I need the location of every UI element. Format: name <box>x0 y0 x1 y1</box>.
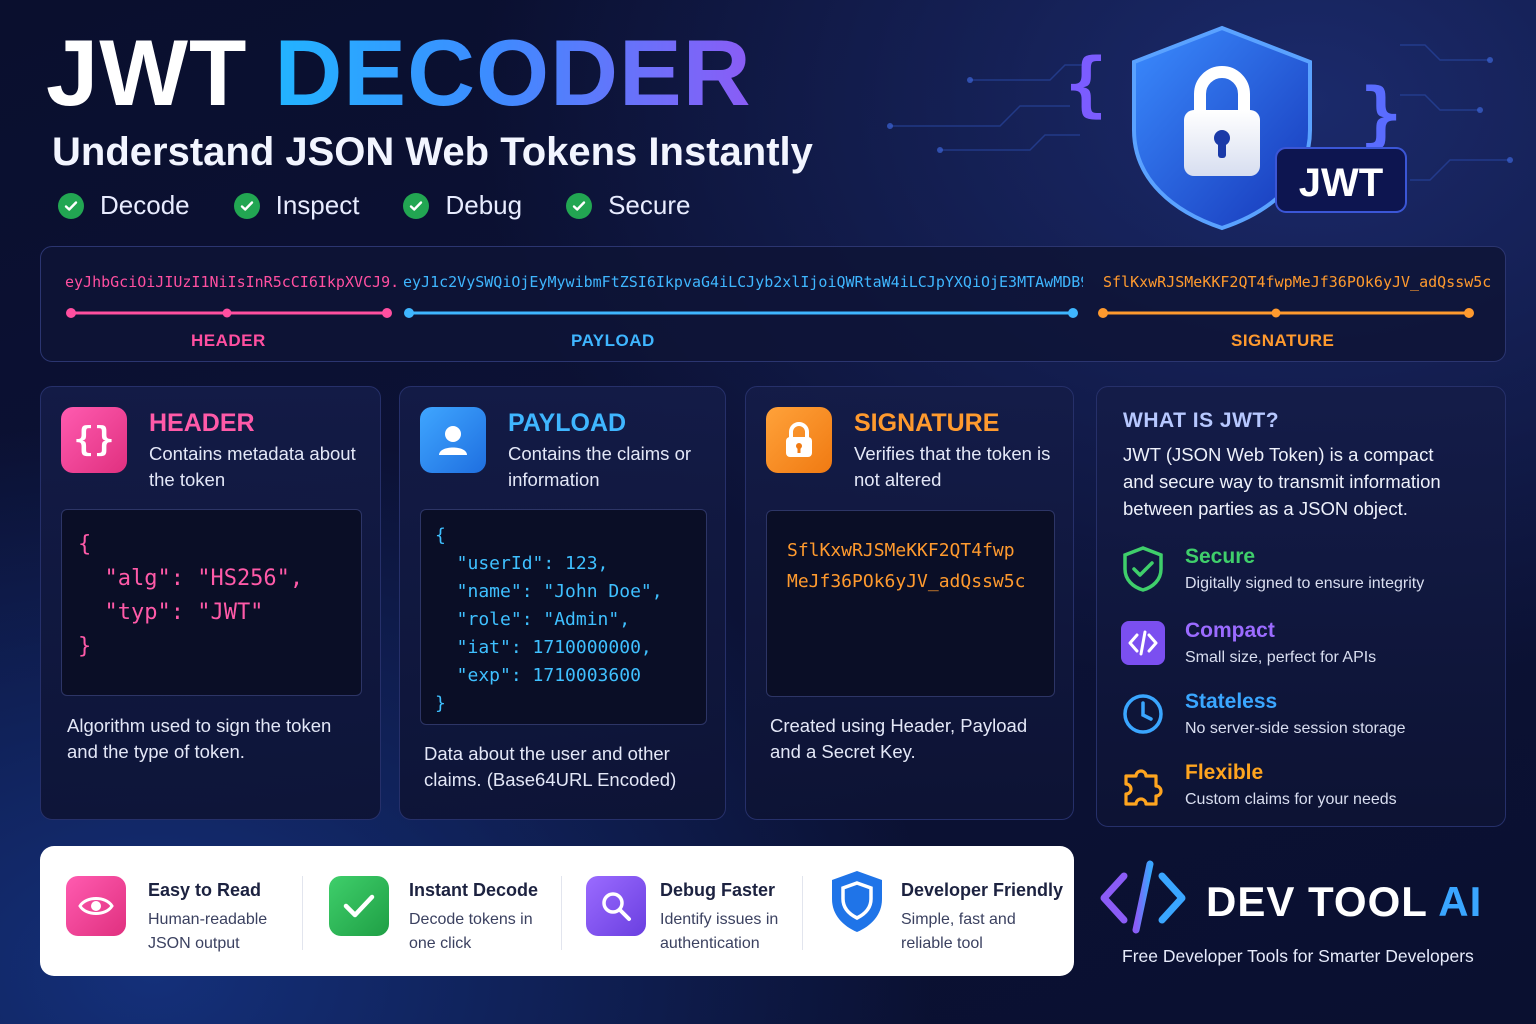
what-is-item-flexible: Flexible Custom claims for your needs <box>1119 761 1499 821</box>
benefits-bar: Easy to Read Human-readable JSON output … <box>40 846 1074 976</box>
shield-icon <box>827 871 887 932</box>
token-bar: eyJhbGciOiJIUzI1NiIsInR5cCI6IkpXVCJ9. ey… <box>40 246 1506 362</box>
code-icon <box>1119 619 1167 667</box>
payload-json-code[interactable]: { "userId": 123, "name": "John Doe", "ro… <box>420 509 707 725</box>
feature-decode: Decode <box>58 190 190 221</box>
user-icon <box>420 407 486 473</box>
puzzle-icon <box>1119 761 1167 809</box>
signature-code[interactable]: SflKxwRJSMeKKF2QT4fwp MeJf36POk6yJV_adQss… <box>766 510 1055 697</box>
brand-tagline: Free Developer Tools for Smarter Develop… <box>1122 946 1474 966</box>
check-icon <box>329 876 389 936</box>
what-is-item-secure: Secure Digitally signed to ensure integr… <box>1119 545 1499 605</box>
title-decoder: DECODER <box>274 20 752 125</box>
payload-card: PAYLOAD Contains the claims or informati… <box>399 386 726 820</box>
subtitle: Understand JSON Web Tokens Instantly <box>52 130 813 174</box>
benefit-developer-friendly: Developer Friendly Simple, fast and reli… <box>803 846 1074 976</box>
card-title: SIGNATURE <box>854 409 1000 437</box>
card-footer: Algorithm used to sign the token and the… <box>67 715 332 762</box>
card-title: PAYLOAD <box>508 409 627 437</box>
benefit-instant-decode: Instant Decode Decode tokens in one clic… <box>303 846 561 976</box>
benefit-easy-to-read: Easy to Read Human-readable JSON output <box>40 846 302 976</box>
what-is-jwt-card: WHAT IS JWT? JWT (JSON Web Token) is a c… <box>1096 386 1506 827</box>
left-brace-icon: { <box>1065 43 1107 125</box>
brand-block: DEV TOOL AI Free Developer Tools for Sma… <box>1098 858 1518 978</box>
card-footer: Created using Header, Payload and a Secr… <box>770 715 1028 762</box>
what-is-description: JWT (JSON Web Token) is a compact and se… <box>1123 444 1441 519</box>
feature-list: Decode Inspect Debug Secure <box>58 190 734 221</box>
what-is-item-compact: Compact Small size, perfect for APIs <box>1119 619 1499 679</box>
signature-card: SIGNATURE Verifies that the token is not… <box>745 386 1074 820</box>
feature-label: Inspect <box>275 190 360 220</box>
signature-segment-label: SIGNATURE <box>1231 331 1335 350</box>
what-is-item-stateless: Stateless No server-side session storage <box>1119 690 1499 750</box>
payload-segment-label: PAYLOAD <box>571 331 655 350</box>
card-description: Contains the claims or information <box>508 443 692 490</box>
clock-icon <box>1119 690 1167 738</box>
shield-check-icon <box>1119 545 1167 593</box>
title-jwt: JWT <box>46 20 248 125</box>
jwt-badge: JWT <box>1299 161 1383 205</box>
header-segment-label: HEADER <box>191 331 266 350</box>
hero-shield-graphic: { } JWT <box>887 25 1513 231</box>
feature-label: Secure <box>608 190 691 220</box>
card-title: HEADER <box>149 409 255 437</box>
code-brackets-icon <box>1100 860 1186 934</box>
what-is-title: WHAT IS JWT? <box>1123 409 1280 432</box>
check-icon <box>566 192 593 219</box>
page-title: JWT DECODER <box>46 26 752 120</box>
check-icon <box>58 192 84 219</box>
check-icon <box>233 192 260 219</box>
brand-name: DEV TOOL AI <box>1206 878 1483 925</box>
braces-icon: {} <box>61 407 127 473</box>
benefit-debug-faster: Debug Faster Identify issues in authenti… <box>562 846 802 976</box>
card-description: Contains metadata about the token <box>149 443 356 490</box>
check-icon <box>403 192 430 219</box>
eye-icon <box>66 876 126 936</box>
feature-label: Decode <box>100 190 190 220</box>
header-json-code[interactable]: { "alg": "HS256", "typ": "JWT"} <box>61 509 362 696</box>
feature-label: Debug <box>445 190 523 220</box>
right-brace-icon: } <box>1360 73 1402 155</box>
lock-icon <box>766 407 832 473</box>
card-description: Verifies that the token is not altered <box>854 443 1051 490</box>
feature-inspect: Inspect <box>233 190 360 221</box>
feature-debug: Debug <box>403 190 522 221</box>
card-footer: Data about the user and other claims. (B… <box>424 743 677 790</box>
header-card: {} HEADER Contains metadata about the to… <box>40 386 381 820</box>
search-icon <box>586 876 646 936</box>
feature-secure: Secure <box>566 190 690 221</box>
